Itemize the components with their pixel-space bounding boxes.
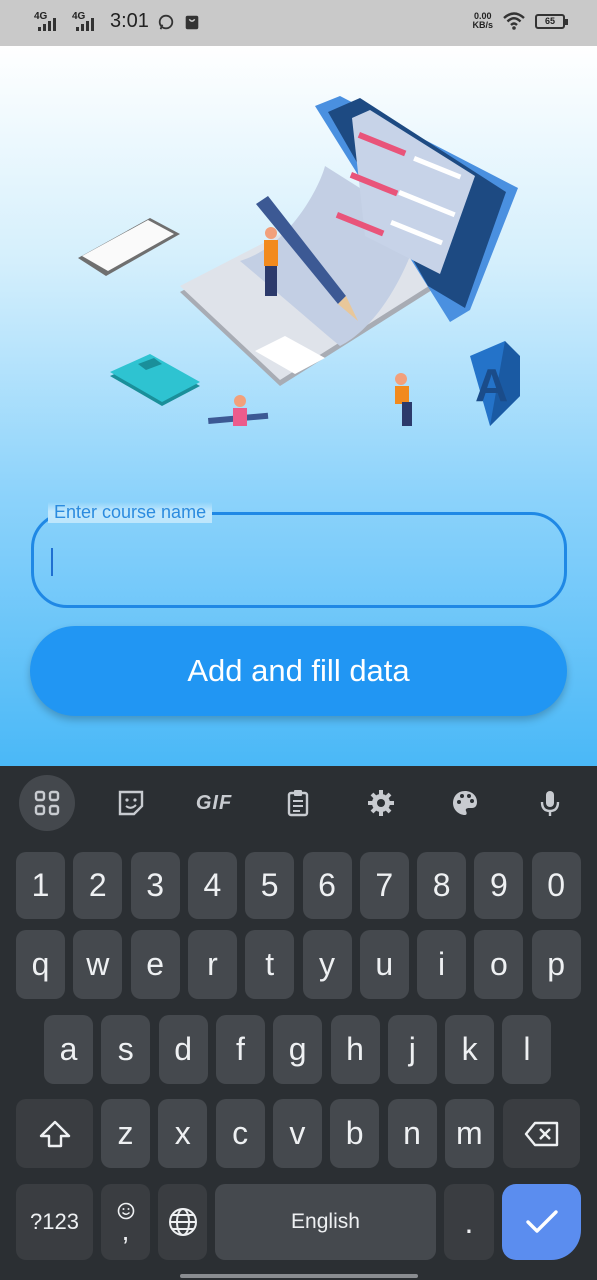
checkmark-icon [525,1210,558,1233]
status-bar: 4G 4G 3:01 0.00 KB/s 65 [0,0,597,46]
shift-key[interactable] [16,1099,93,1168]
apps-grid-icon[interactable] [19,775,75,831]
backspace-icon [524,1121,558,1146]
key-g[interactable]: g [273,1015,323,1084]
symbols-key[interactable]: ?123 [16,1184,93,1260]
key-h[interactable]: h [330,1015,380,1084]
comma-emoji-key[interactable]: , [101,1184,150,1260]
key-v[interactable]: v [272,1099,322,1168]
key-i[interactable]: i [417,930,467,999]
wifi-icon [503,12,525,30]
key-2[interactable]: 2 [73,852,123,919]
key-7[interactable]: 7 [359,852,409,919]
key-e[interactable]: e [130,930,180,999]
gesture-bar [180,1274,418,1278]
text-cursor [51,548,53,576]
key-q[interactable]: q [16,930,65,999]
backspace-key[interactable] [503,1099,580,1168]
clipboard-icon[interactable] [270,775,326,831]
key-u[interactable]: u [359,930,409,999]
shift-icon [39,1120,70,1147]
globe-icon [168,1208,197,1236]
key-o[interactable]: o [474,930,524,999]
key-w[interactable]: w [73,930,123,999]
course-name-label: Enter course name [48,502,213,523]
key-s[interactable]: s [101,1015,151,1084]
key-z[interactable]: z [101,1099,150,1168]
enter-key[interactable] [502,1184,581,1260]
key-d[interactable]: d [158,1015,208,1084]
key-a[interactable]: a [44,1015,93,1084]
key-3[interactable]: 3 [130,852,180,919]
key-5[interactable]: 5 [245,852,295,919]
key-f[interactable]: f [215,1015,265,1084]
keyboard-toolbar: GIF [0,766,597,840]
key-m[interactable]: m [444,1099,494,1168]
soft-keyboard: GIF 1234567890 qw e r t y u i o p a s d … [0,766,597,1280]
sticker-icon[interactable] [103,775,159,831]
key-y[interactable]: y [302,930,352,999]
study-illustration: A [78,96,520,426]
palette-icon[interactable] [437,775,493,831]
clock: 3:01 [110,10,149,32]
key-1[interactable]: 1 [16,852,65,919]
space-key[interactable]: English [215,1184,436,1260]
signal-icon: 4G [72,11,102,33]
signal-icon: 4G [34,11,64,33]
key-8[interactable]: 8 [417,852,467,919]
comma-label: , [121,1215,130,1246]
key-n[interactable]: n [387,1099,437,1168]
key-4[interactable]: 4 [187,852,237,919]
app-screen: A Enter course name Add and fill data [0,46,597,766]
key-t[interactable]: t [245,930,295,999]
gif-button[interactable]: GIF [186,775,242,831]
shopping-bag-icon [185,15,199,29]
language-key[interactable] [158,1184,207,1260]
key-r[interactable]: r [187,930,237,999]
key-p[interactable]: p [531,930,581,999]
period-key[interactable]: . [444,1184,494,1260]
key-6[interactable]: 6 [302,852,352,919]
battery-icon: 65 [535,13,568,29]
svg-text:A: A [475,359,508,411]
data-speed: 0.00 KB/s [472,11,493,30]
whatsapp-icon [158,14,174,30]
gear-icon[interactable] [353,775,409,831]
mic-icon[interactable] [522,775,578,831]
course-name-input[interactable] [50,539,540,583]
key-j[interactable]: j [387,1015,437,1084]
key-b[interactable]: b [330,1099,380,1168]
add-and-fill-data-button[interactable]: Add and fill data [30,626,567,716]
key-x[interactable]: x [158,1099,208,1168]
key-l[interactable]: l [502,1015,552,1084]
course-name-field[interactable]: Enter course name [31,502,567,608]
phone-illustration [78,218,180,276]
key-k[interactable]: k [445,1015,495,1084]
key-c[interactable]: c [215,1099,265,1168]
key-9[interactable]: 9 [474,852,524,919]
key-0[interactable]: 0 [531,852,581,919]
